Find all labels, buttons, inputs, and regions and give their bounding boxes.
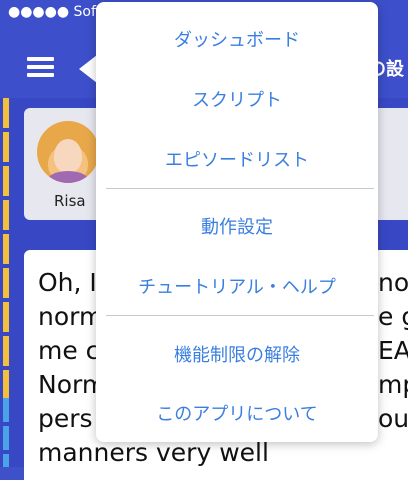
transcript-line-fragment: mp: [378, 370, 408, 399]
speaker-name: Risa: [54, 192, 86, 210]
menu-item-settings[interactable]: 動作設定: [96, 213, 378, 239]
avatar: [37, 121, 99, 183]
menu-popover: ダッシュボード スクリプト エピソードリスト 動作設定 チュートリアル・ヘルプ …: [96, 2, 378, 442]
timeline-indicator-current: [3, 398, 9, 467]
menu-item-episode-list[interactable]: エピソードリスト: [96, 146, 378, 172]
status-bar-text: ●●●●● Soft: [8, 4, 102, 20]
transcript-line-fragment: e g: [378, 302, 408, 331]
menu-divider: [106, 315, 374, 316]
menu-item-script[interactable]: スクリプト: [96, 86, 378, 112]
menu-divider: [106, 188, 374, 189]
transcript-line-fragment: EA: [378, 336, 408, 365]
menu-item-unlock-features[interactable]: 機能制限の解除: [96, 341, 378, 367]
transcript-line-fragment: no: [378, 268, 408, 297]
popover-arrow: [79, 55, 97, 83]
transcript-line-fragment: ou: [378, 404, 408, 433]
hamburger-icon[interactable]: [27, 57, 54, 77]
menu-item-dashboard[interactable]: ダッシュボード: [96, 26, 378, 52]
menu-item-tutorial-help[interactable]: チュートリアル・ヘルプ: [96, 273, 378, 299]
menu-item-about[interactable]: このアプリについて: [96, 400, 378, 426]
transcript-line: manners very well: [38, 438, 269, 467]
